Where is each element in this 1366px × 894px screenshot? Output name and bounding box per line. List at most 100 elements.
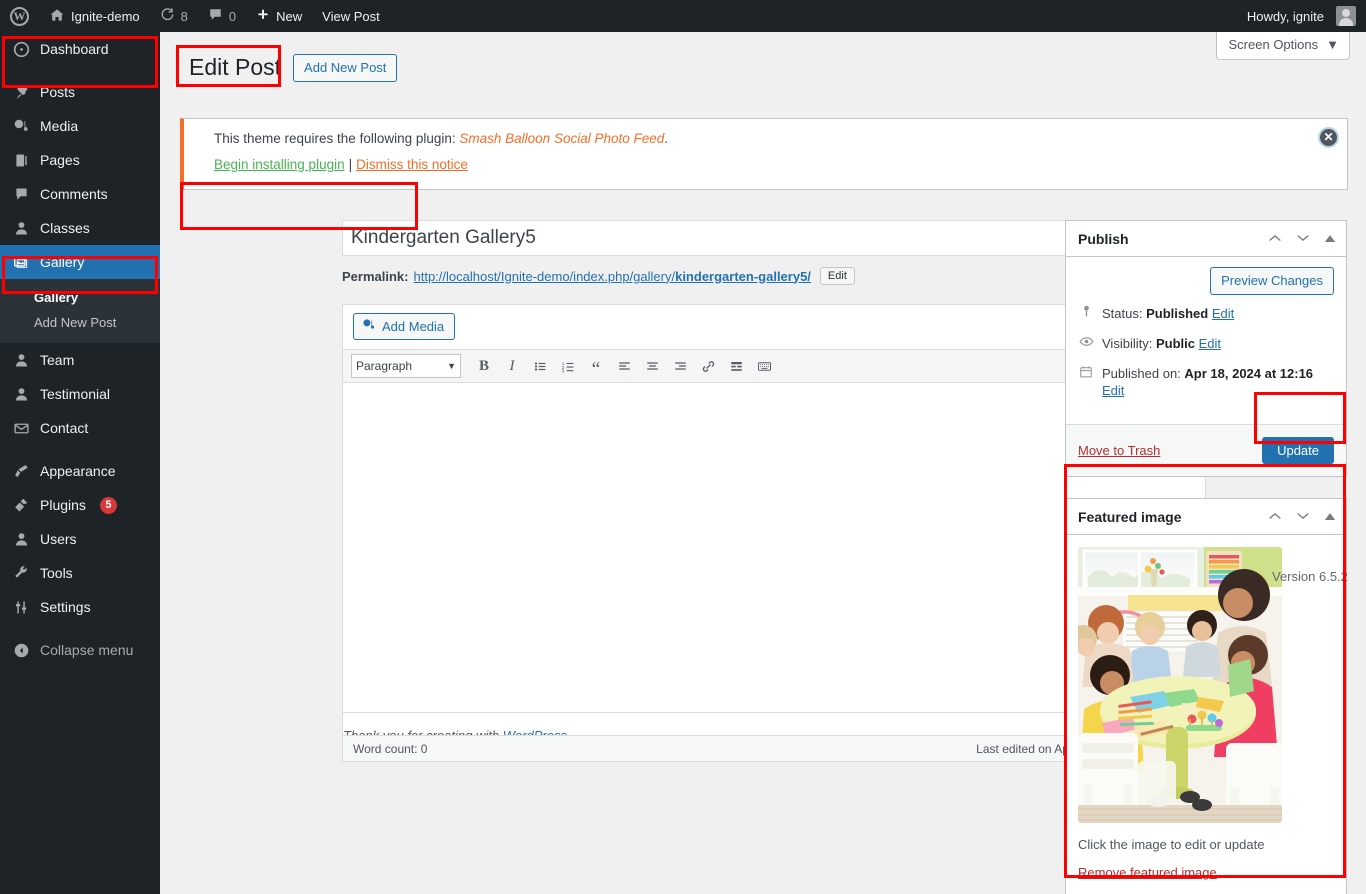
link-icon[interactable] [695,354,721,378]
admin-sidebar: Dashboard Posts Media Pages Comments Cla… [0,32,160,894]
update-button[interactable]: Update [1262,437,1334,464]
sidebar-item-label: Media [40,118,79,134]
sidebar-item-users[interactable]: Users [0,522,160,556]
my-account-button[interactable]: Howdy, ignite [1237,0,1366,32]
preview-changes-button[interactable]: Preview Changes [1210,267,1334,295]
featured-image-metabox: Featured image Click the image to edit o… [1065,498,1347,894]
align-right-icon[interactable] [667,354,693,378]
comments-button[interactable]: 0 [198,0,246,32]
updates-button[interactable]: 8 [150,0,198,32]
bold-icon[interactable]: B [471,354,497,378]
chevron-up-icon[interactable] [1268,232,1282,246]
numbered-list-icon[interactable]: 123 [555,354,581,378]
updates-count: 8 [180,8,188,24]
published-on-row: Published on: Apr 18, 2024 at 12:16 Edit [1078,365,1334,399]
permalink-link[interactable]: http://localhost/Ignite-demo/index.php/g… [413,269,810,284]
sidebar-item-appearance[interactable]: Appearance [0,454,160,488]
sidebar-item-label: Tools [40,565,73,581]
dismiss-notice-link[interactable]: Dismiss this notice [356,157,468,172]
align-center-icon[interactable] [639,354,665,378]
add-new-post-button[interactable]: Add New Post [293,53,398,82]
plugins-update-badge: 5 [99,496,117,514]
sidebar-item-classes[interactable]: Classes [0,211,160,245]
chevron-down-icon: ▼ [1326,37,1339,52]
sidebar-item-dashboard[interactable]: Dashboard [0,32,160,66]
new-content-button[interactable]: New [246,0,312,32]
gallery-icon [11,252,31,272]
wp-logo-button[interactable]: W [0,0,39,32]
remove-featured-image-link[interactable]: Remove featured image [1078,865,1217,880]
sidebar-item-label: Contact [40,420,89,436]
sidebar-item-comments[interactable]: Comments [0,177,160,211]
sidebar-item-pages[interactable]: Pages [0,143,160,177]
chevron-up-icon[interactable] [1268,510,1282,524]
visibility-label: Visibility: [1102,336,1156,351]
wordpress-version-label: Version 6.5.2 [1272,569,1348,584]
blockquote-icon[interactable]: “ [583,354,609,379]
publish-body: Preview Changes Status: Published Edit V… [1066,257,1346,424]
screen-options-button[interactable]: Screen Options ▼ [1215,32,1350,60]
add-media-label: Add Media [382,319,445,334]
sidebar-item-collapse-menu[interactable]: Collapse menu [0,633,160,667]
paragraph-format-select[interactable]: Paragraph ▼ [351,354,461,378]
begin-installing-plugin-link[interactable]: Begin installing plugin [214,157,345,172]
plus-icon [256,8,270,25]
notice-plugin-name: Smash Balloon Social Photo Feed [459,131,665,146]
add-media-button[interactable]: Add Media [353,313,456,340]
published-edit-link[interactable]: Edit [1102,383,1124,398]
sidebar-item-label: Team [40,352,75,368]
status-row: Status: Published Edit [1078,305,1334,322]
sidebar-item-gallery[interactable]: Gallery [0,245,160,279]
featured-image-thumbnail[interactable] [1078,547,1282,823]
media-icon [11,116,31,136]
featured-image-header: Featured image [1066,499,1346,535]
sidebar-item-plugins[interactable]: Plugins 5 [0,488,160,522]
sidebar-item-contact[interactable]: Contact [0,411,160,445]
move-to-trash-link[interactable]: Move to Trash [1078,443,1160,458]
sidebar-item-team[interactable]: Team [0,343,160,377]
bulleted-list-icon[interactable] [527,354,553,378]
featured-image-controls [1268,510,1336,524]
align-left-icon[interactable] [611,354,637,378]
pin-icon [11,82,31,102]
sidebar-separator [0,66,160,75]
permalink-slug: kindergarten-gallery5/ [675,268,811,284]
keyboard-shortcuts-icon[interactable] [751,354,777,378]
submenu-item-gallery[interactable]: Gallery [0,285,160,310]
italic-icon[interactable]: I [499,354,525,378]
sidebar-item-label: Pages [40,152,80,168]
user-icon [11,384,31,404]
publish-title: Publish [1078,230,1129,247]
view-post-label: View Post [322,8,380,24]
user-icon [11,529,31,549]
sidebar-item-posts[interactable]: Posts [0,75,160,109]
sidebar-item-tools[interactable]: Tools [0,556,160,590]
chevron-down-icon[interactable] [1296,510,1310,524]
site-name-button[interactable]: Ignite-demo [39,0,150,32]
visibility-edit-link[interactable]: Edit [1199,336,1221,351]
sidebar-item-media[interactable]: Media [0,109,160,143]
submenu-item-add-new-post[interactable]: Add New Post [0,310,160,335]
status-edit-link[interactable]: Edit [1212,306,1234,321]
sidebar-item-label: Collapse menu [40,642,134,658]
read-more-icon[interactable] [723,354,749,378]
post-title-input[interactable] [342,220,1188,256]
pin-icon [1078,305,1094,322]
user-icon [11,350,31,370]
sidebar-item-label: Dashboard [40,41,109,57]
chevron-down-icon[interactable] [1296,232,1310,246]
post-title-wrap [342,220,1188,256]
published-label: Published on: [1102,366,1185,381]
edit-permalink-button[interactable]: Edit [819,267,855,285]
close-circle-icon[interactable]: ✕ [1320,129,1337,146]
sidebar-item-testimonial[interactable]: Testimonial [0,377,160,411]
notice-text-after: . [664,131,669,146]
sidebar-item-label: Classes [40,220,90,236]
site-name-label: Ignite-demo [71,8,140,24]
toggle-icon[interactable] [1324,232,1336,246]
view-post-button[interactable]: View Post [312,0,390,32]
dashboard-icon [11,39,31,59]
toggle-icon[interactable] [1324,510,1336,524]
sidebar-item-settings[interactable]: Settings [0,590,160,624]
main-content: Screen Options ▼ Edit Post Add New Post … [160,32,1366,894]
